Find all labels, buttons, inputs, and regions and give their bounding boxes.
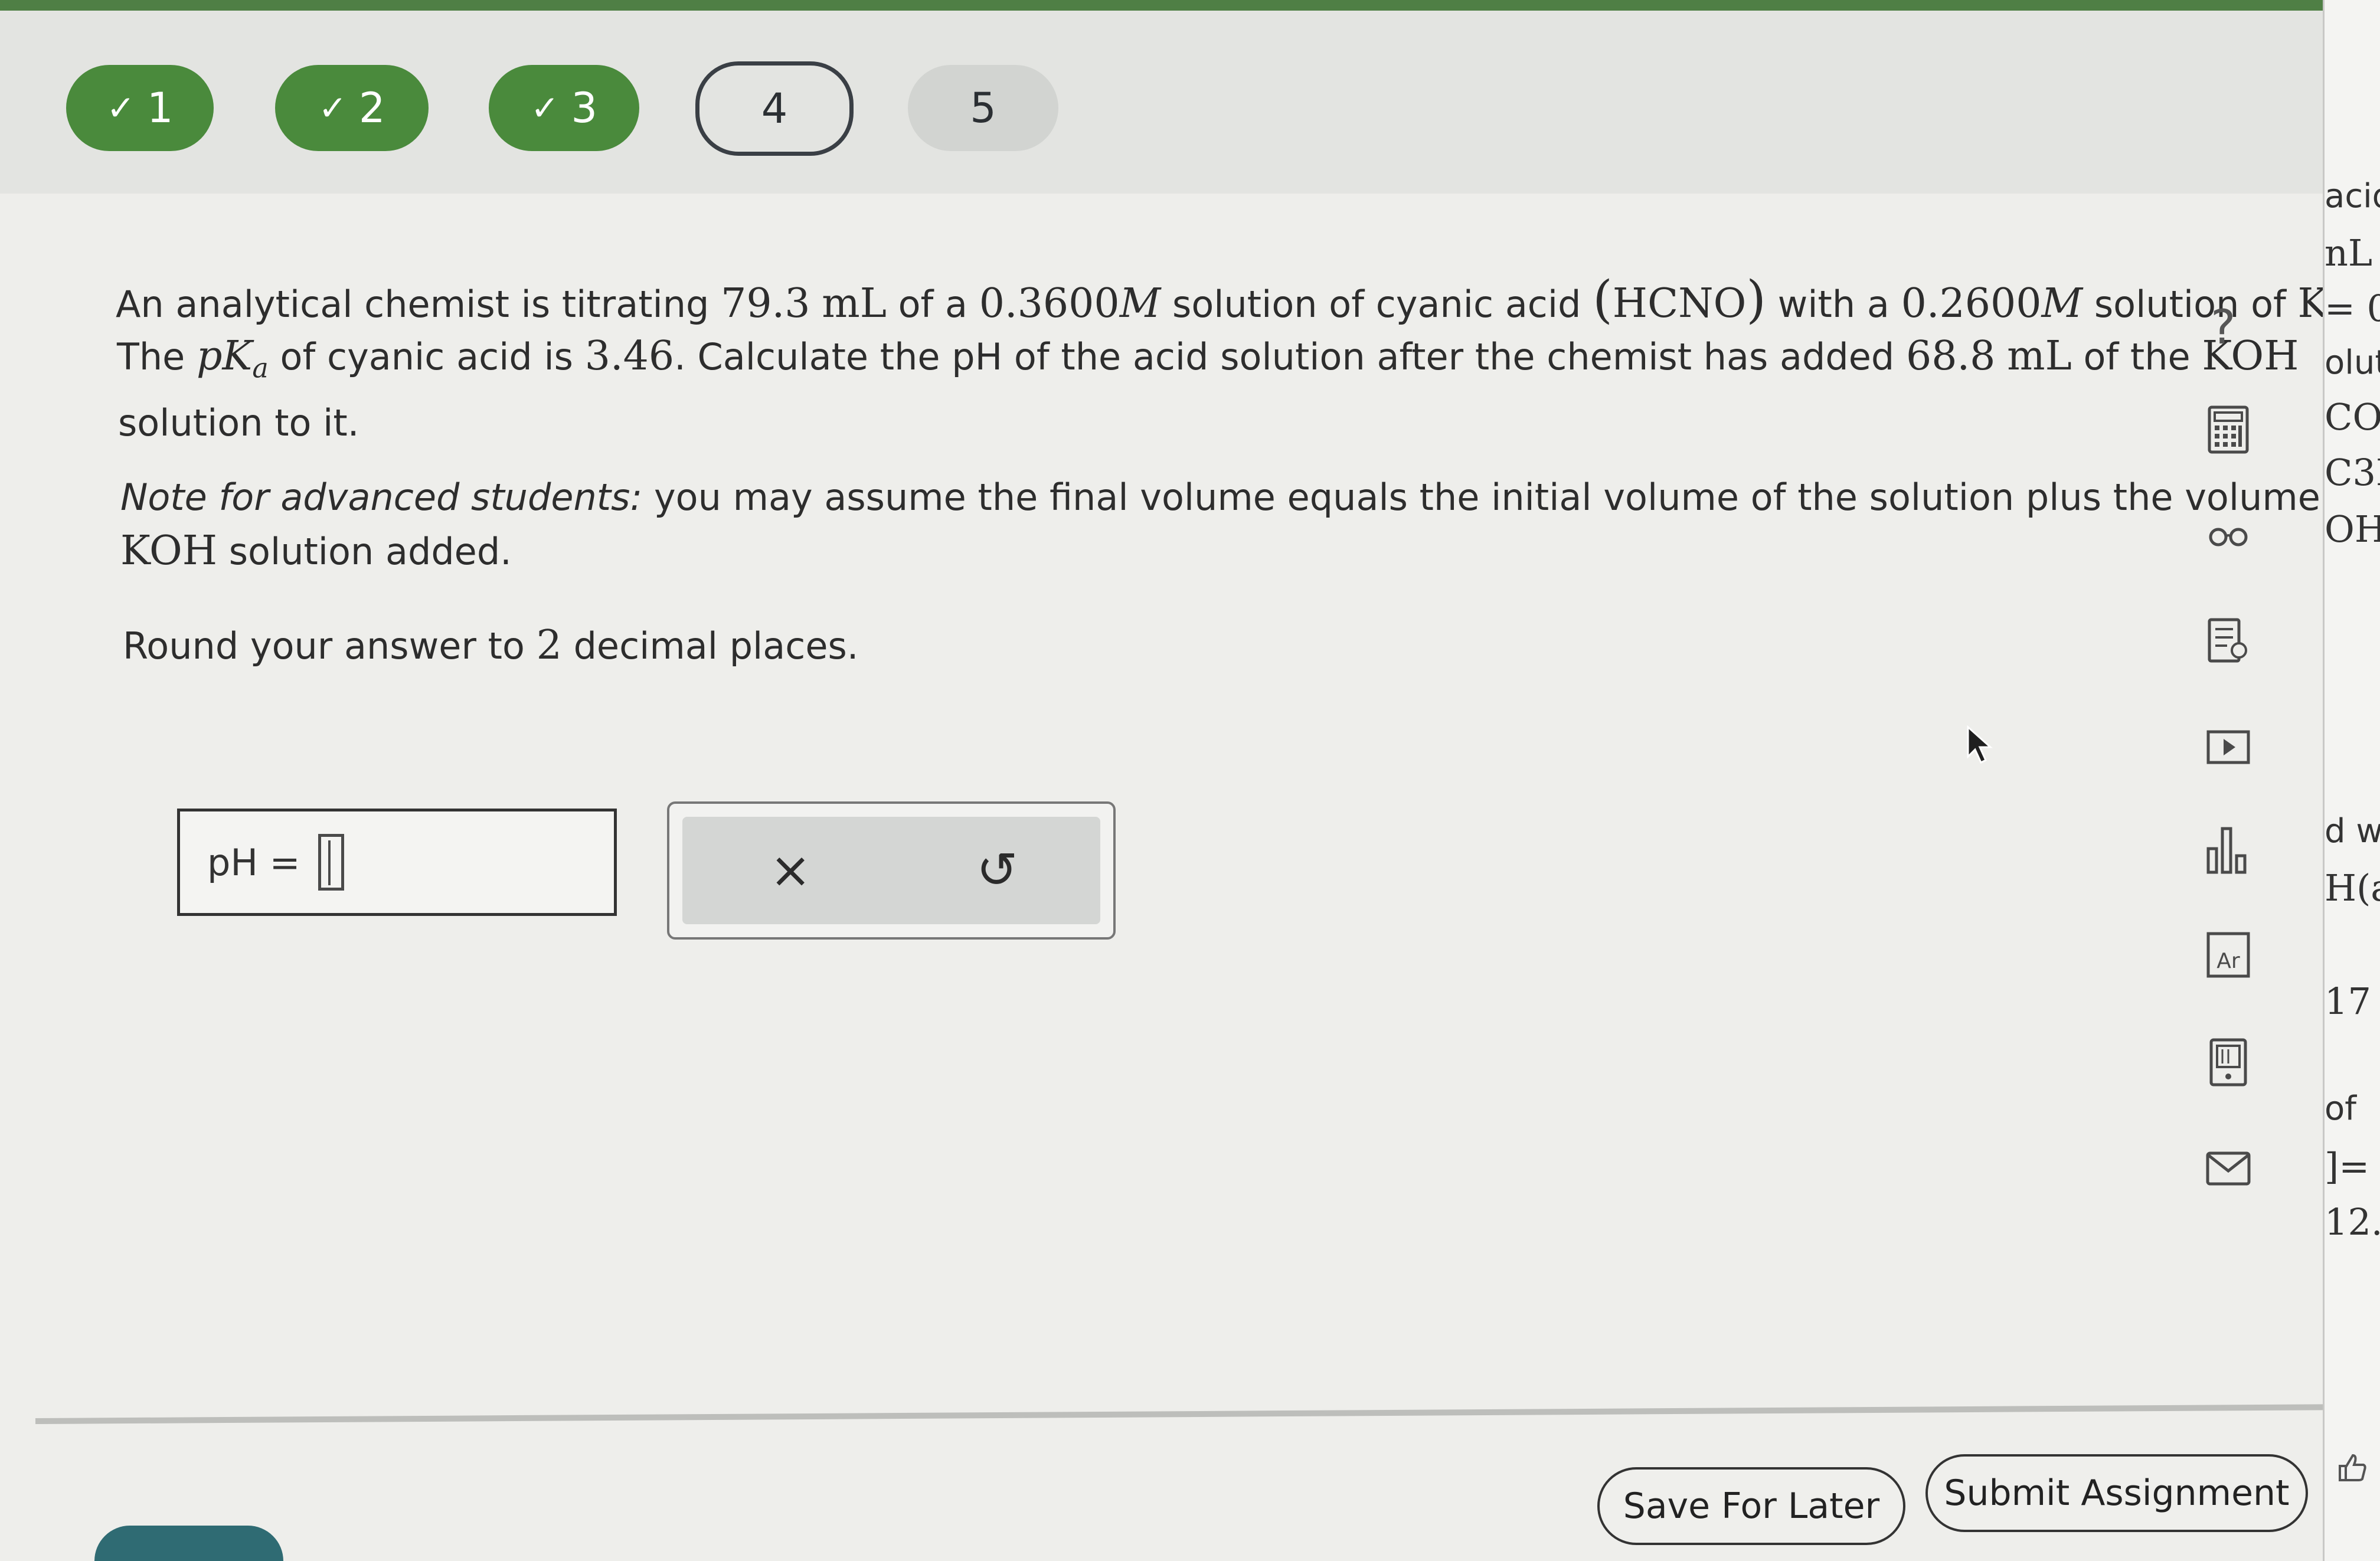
decimal-places-value: 2 xyxy=(536,622,562,669)
step-2-button[interactable]: ✓ 2 xyxy=(275,65,429,151)
molarity-unit: M xyxy=(1119,280,1161,327)
step-5-button[interactable]: 5 xyxy=(908,65,1058,151)
background-text: olut xyxy=(2325,343,2380,382)
notes-icon[interactable] xyxy=(2199,611,2258,670)
background-text: H(a xyxy=(2325,866,2380,909)
pka-value: 3.46 xyxy=(584,333,675,379)
base-formula: KOH xyxy=(120,528,218,574)
background-text: d w xyxy=(2325,812,2380,850)
acid-formula: HCNO xyxy=(1612,280,1747,327)
step-1-button[interactable]: ✓ 1 xyxy=(66,65,214,151)
help-icon[interactable]: ? xyxy=(2211,300,2235,355)
ph-answer-field[interactable]: pH = xyxy=(177,809,617,916)
background-text: nL xyxy=(2325,231,2373,274)
rounding-instruction: Round your answer to 2 decimal places. xyxy=(123,622,859,669)
text: of the xyxy=(2071,335,2202,378)
note-label: Note for advanced students: xyxy=(120,476,643,519)
background-text: OH xyxy=(2325,508,2380,551)
unit: mL xyxy=(2007,333,2072,379)
background-text: C3H xyxy=(2325,451,2380,494)
check-icon: ✓ xyxy=(106,88,136,128)
ph-label: pH = xyxy=(207,840,300,884)
advanced-note-line-1: Note for advanced students: you may assu… xyxy=(120,476,2323,519)
note-text: solution added. xyxy=(217,530,512,573)
step-label: 2 xyxy=(359,84,385,132)
step-3-button[interactable]: ✓ 3 xyxy=(489,65,639,151)
step-4-button[interactable]: 4 xyxy=(695,61,854,156)
background-text: of xyxy=(2325,1089,2356,1128)
mail-icon[interactable] xyxy=(2199,1139,2258,1198)
answer-tool-pad: × ↺ xyxy=(667,801,1116,940)
background-text: acid xyxy=(2325,177,2380,215)
submit-assignment-button[interactable]: Submit Assignment xyxy=(1925,1454,2308,1532)
added-volume-value: 68.8 xyxy=(1905,333,1996,379)
background-page-edge: acid nL = 0. olut CO C3H OH d w H(a 17 o… xyxy=(2323,0,2380,1561)
question-line-1: An analytical chemist is titrating 79.3 … xyxy=(116,270,2323,329)
text: The xyxy=(117,335,197,378)
calculator-icon[interactable] xyxy=(2199,400,2258,459)
check-icon: ✓ xyxy=(318,88,348,128)
periodic-table-label: Ar xyxy=(2216,949,2240,973)
text: of cyanic acid is xyxy=(268,335,585,378)
footer-divider xyxy=(35,1404,2323,1424)
answer-input-cursor[interactable] xyxy=(318,834,344,891)
glasses-icon[interactable] xyxy=(2199,506,2258,565)
question-line-2: The pKa of cyanic acid is 3.46. Calculat… xyxy=(117,333,2299,384)
save-for-later-button[interactable]: Save For Later xyxy=(1597,1467,1905,1545)
assignment-window: ✓ 1 ✓ 2 ✓ 3 4 5 An analytical chemist is… xyxy=(0,0,2323,1561)
chart-icon[interactable] xyxy=(2199,820,2258,879)
concentration-value: 0.2600 xyxy=(1901,280,2042,327)
text: solution of xyxy=(2082,283,2298,326)
top-accent-strip xyxy=(0,0,2323,11)
text: of a xyxy=(886,283,979,326)
clear-button[interactable]: × xyxy=(770,845,811,895)
background-text: = 0. xyxy=(2325,287,2380,330)
step-label: 4 xyxy=(761,84,788,133)
unit: mL xyxy=(822,280,887,327)
video-icon[interactable] xyxy=(2199,718,2258,777)
molarity-unit: M xyxy=(2041,280,2083,327)
text: . Calculate the pH of the acid solution … xyxy=(674,335,1906,378)
check-icon: ✓ xyxy=(530,88,560,128)
step-label: 1 xyxy=(147,84,174,132)
step-label: 3 xyxy=(571,84,598,132)
background-text: 17 xyxy=(2325,980,2371,1023)
text: with a xyxy=(1766,283,1901,326)
question-progress-bar: ✓ 1 ✓ 2 ✓ 3 4 5 xyxy=(0,11,2323,194)
background-text: CO xyxy=(2325,395,2380,438)
mouse-pointer-icon xyxy=(1966,725,1995,768)
text: Round your answer to xyxy=(123,624,537,667)
question-line-3: solution to it. xyxy=(118,401,359,444)
pka-subscript: a xyxy=(252,352,269,384)
step-label: 5 xyxy=(970,84,996,132)
advanced-note-line-2: KOH solution added. xyxy=(120,528,512,574)
base-formula: KOH. xyxy=(2297,280,2323,327)
note-text: you may assume the final volume equals t… xyxy=(642,476,2323,519)
thumbs-up-icon xyxy=(2336,1452,2368,1486)
concentration-value: 0.3600 xyxy=(979,280,1120,327)
volume-value: 79.3 xyxy=(721,280,810,327)
text: decimal places. xyxy=(561,624,859,667)
check-button[interactable] xyxy=(94,1526,283,1561)
reference-card-icon[interactable] xyxy=(2199,1033,2258,1092)
background-text: ]= xyxy=(2325,1145,2370,1188)
tool-pad-inner xyxy=(682,817,1100,924)
question-panel: An analytical chemist is titrating 79.3 … xyxy=(0,194,2323,1561)
text: An analytical chemist is titrating xyxy=(116,283,721,326)
periodic-table-icon[interactable]: Ar xyxy=(2199,925,2258,984)
pka-symbol: pK xyxy=(197,333,253,379)
text: solution of cyanic acid xyxy=(1160,283,1593,326)
undo-button[interactable]: ↺ xyxy=(976,845,1018,895)
background-text: 12. xyxy=(2325,1200,2380,1243)
